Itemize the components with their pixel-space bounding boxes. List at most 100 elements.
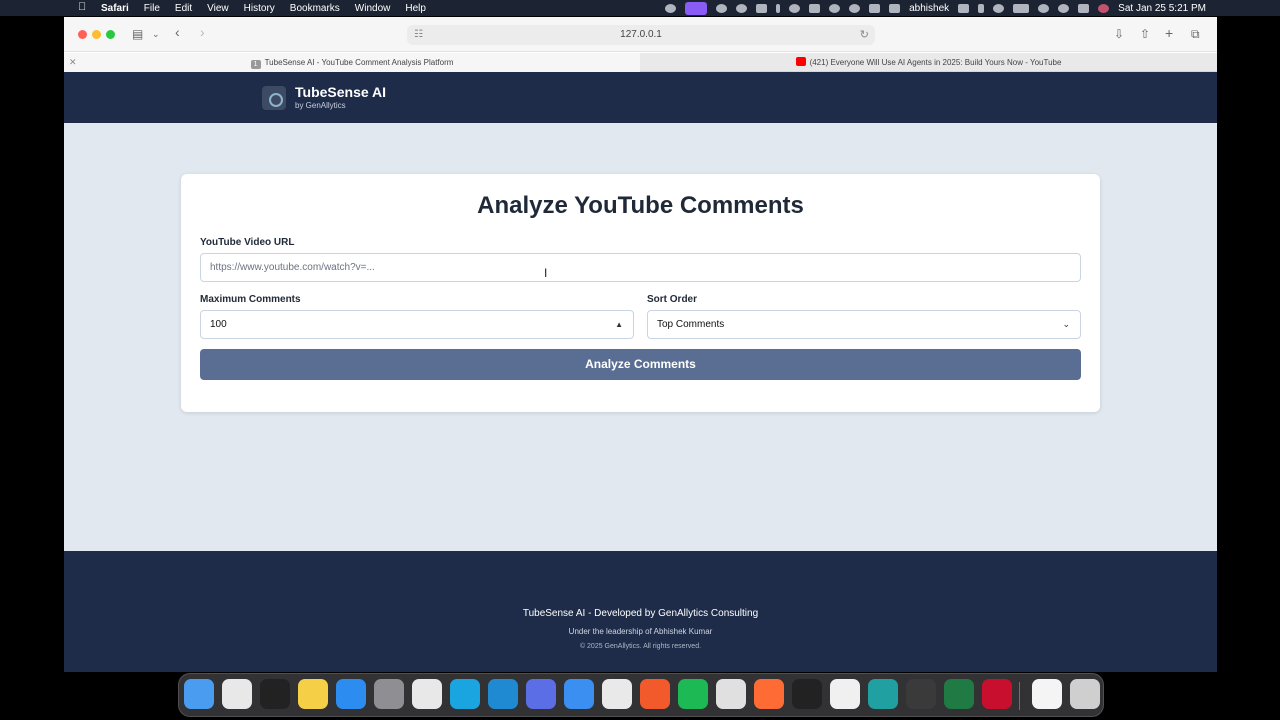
youtube-url-input[interactable]: https://www.youtube.com/watch?v=... I [200,253,1081,282]
site-header: TubeSense AI by GenAllytics [64,72,1217,123]
chevron-down-icon: ⌄ [1062,319,1070,329]
menu-bookmarks[interactable]: Bookmarks [290,3,340,14]
chrome-icon[interactable] [602,679,632,709]
page-settings-icon[interactable]: ☷ [414,25,423,45]
safari-icon[interactable] [564,679,594,709]
webstorm-icon[interactable] [450,679,480,709]
sort-order-label: Sort Order [647,294,698,305]
document-icon[interactable] [1032,679,1062,709]
analyze-form-card: Analyze YouTube Comments YouTube Video U… [181,174,1100,412]
spotify-icon[interactable] [678,679,708,709]
analyze-comments-button[interactable]: Analyze Comments [200,349,1081,380]
tab-bar: ✕ 1 TubeSense AI - YouTube Comment Analys… [64,53,1217,72]
site-footer: TubeSense AI - Developed by GenAllytics … [64,551,1217,672]
app-store-icon[interactable] [336,679,366,709]
tab-title: (421) Everyone Will Use AI Agents in 202… [809,58,1062,67]
pin-icon[interactable] [869,3,881,13]
downloads-icon[interactable]: ⇩ [1114,27,1124,41]
menu-file[interactable]: File [144,3,160,14]
sort-order-select[interactable]: Top Comments ⌄ [647,310,1081,339]
url-label: YouTube Video URL [200,237,295,248]
menu-clock[interactable]: Sat Jan 25 5:21 PM [1118,3,1206,14]
sidebar-menu-chevron-icon[interactable]: ⌄ [152,29,160,40]
menu-app-name[interactable]: Safari [101,3,129,14]
play-icon[interactable] [993,3,1005,13]
siri-icon[interactable] [1098,3,1110,13]
finder-icon[interactable] [184,679,214,709]
tab-tubesense[interactable]: ✕ 1 TubeSense AI - YouTube Comment Analys… [64,53,640,72]
brand-subtitle: by GenAllytics [295,101,346,110]
text-status-icon[interactable] [756,3,768,13]
youtube-favicon-icon [795,57,806,66]
slack-icon[interactable] [412,679,442,709]
brand-name[interactable]: TubeSense AI [295,84,386,100]
acrobat-icon[interactable] [982,679,1012,709]
tubesense-logo-icon[interactable] [262,86,286,110]
close-window-button[interactable] [78,30,87,39]
footer-leadership: Under the leadership of Abhishek Kumar [568,627,713,636]
excel-icon[interactable] [944,679,974,709]
screen-record-icon[interactable] [685,1,708,15]
web-page: TubeSense AI by GenAllytics Analyze YouT… [64,72,1217,672]
url-placeholder: https://www.youtube.com/watch?v=... [210,262,375,273]
sort-order-value: Top Comments [657,319,725,330]
terminal-icon[interactable] [260,679,290,709]
status-icon-2[interactable] [716,3,728,13]
chatgpt-icon[interactable] [830,679,860,709]
zoom-window-button[interactable] [106,30,115,39]
vscode-icon[interactable] [488,679,518,709]
status-icon-5[interactable] [849,3,861,13]
cube-app-icon[interactable] [792,679,822,709]
trash-icon[interactable] [1070,679,1100,709]
user-icon[interactable] [889,3,901,13]
brave-icon[interactable] [640,679,670,709]
footer-developer: TubeSense AI - Developed by GenAllytics … [522,608,759,619]
status-icon-1[interactable] [665,3,677,13]
sidebar-toggle-icon[interactable]: ▤ [132,27,143,41]
max-comments-value: 100 [210,319,227,330]
forward-icon[interactable]: › [200,24,205,40]
max-comments-label: Maximum Comments [200,294,301,305]
tab-overview-icon[interactable]: ⧉ [1191,27,1200,42]
obs-icon[interactable] [906,679,936,709]
reload-icon[interactable]: ↻ [860,25,869,45]
spotlight-search-icon[interactable] [1058,3,1070,13]
tab-youtube[interactable]: (421) Everyone Will Use AI Agents in 202… [640,53,1217,72]
menu-window[interactable]: Window [355,3,391,14]
notes-icon[interactable] [298,679,328,709]
dock-separator [1019,682,1020,710]
chatgpt-status-icon[interactable] [736,3,748,13]
launchpad-icon[interactable] [222,679,252,709]
apple-logo-icon[interactable]:  [78,1,86,13]
user-name[interactable]: abhishek [909,3,949,14]
control-center-icon[interactable] [1078,3,1090,13]
new-tab-icon[interactable]: + [1165,25,1173,41]
battery-icon[interactable] [1013,3,1030,13]
address-bar[interactable]: ☷ 127.0.0.1 ↻ [407,25,875,45]
bluetooth-icon[interactable] [978,3,985,13]
status-icon-3[interactable] [809,3,821,13]
menu-edit[interactable]: Edit [175,3,192,14]
affinity-icon[interactable] [526,679,556,709]
share-icon[interactable]: ⇧ [1140,27,1150,41]
system-settings-icon[interactable] [374,679,404,709]
pencil-app-icon[interactable] [716,679,746,709]
max-comments-input[interactable]: 100 ▲ [200,310,634,339]
more-status-icon[interactable] [776,3,781,13]
status-icon-4[interactable] [829,3,841,13]
menu-history[interactable]: History [244,3,275,14]
perplexity-icon[interactable] [868,679,898,709]
stepper-icon[interactable]: ▲ [615,311,623,338]
back-icon[interactable]: ‹ [175,24,180,40]
menu-help[interactable]: Help [405,3,426,14]
volume-icon[interactable] [958,3,970,13]
tab-badge: 1 [250,60,261,69]
menu-view[interactable]: View [207,3,229,14]
text-cursor-icon: I [544,266,548,280]
swift-icon[interactable] [754,679,784,709]
safari-window: ▤ ⌄ ‹ › ☷ 127.0.0.1 ↻ ⇩ ⇧ + ⧉ ✕ 1 TubeSen… [64,17,1217,672]
grammarly-icon[interactable] [789,3,801,13]
footer-copyright: © 2025 GenAllytics. All rights reserved. [579,643,702,650]
wifi-icon[interactable] [1038,3,1050,13]
minimize-window-button[interactable] [92,30,101,39]
